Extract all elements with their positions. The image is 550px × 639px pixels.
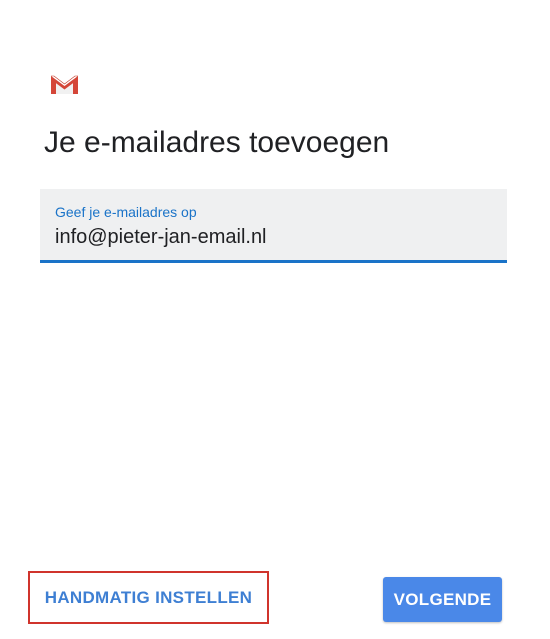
email-field-label: Geef je e-mailadres op <box>55 204 197 220</box>
page-title: Je e-mailadres toevoegen <box>44 126 390 159</box>
gmail-icon <box>49 73 80 96</box>
manual-setup-button-label: HANDMATIG INSTELLEN <box>44 587 253 607</box>
email-field[interactable]: Geef je e-mailadres op info@pieter-jan-e… <box>40 189 507 263</box>
next-button[interactable]: VOLGENDE <box>383 577 502 622</box>
manual-setup-button[interactable]: HANDMATIG INSTELLEN <box>28 571 269 624</box>
email-field-value[interactable]: info@pieter-jan-email.nl <box>55 226 267 249</box>
next-button-label: VOLGENDE <box>393 589 492 609</box>
